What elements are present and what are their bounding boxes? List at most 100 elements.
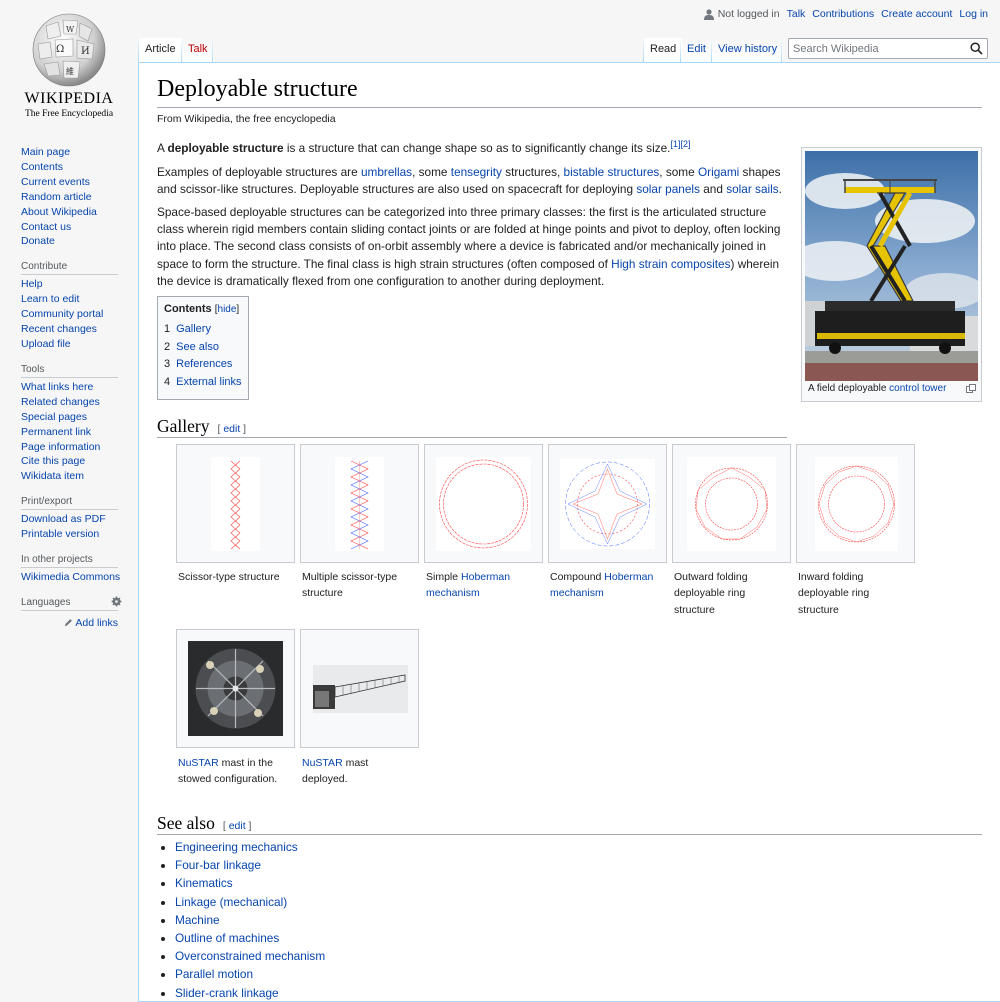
tab-view-history[interactable]: View history (712, 38, 784, 63)
link-solar-panels[interactable]: solar panels (636, 182, 700, 196)
sidebar-item-upload-file[interactable]: Upload file (21, 338, 71, 350)
sidebar-item-special-pages[interactable]: Special pages (21, 411, 87, 423)
sidebar-item-help[interactable]: Help (21, 278, 43, 290)
sidebar-item-printable-version[interactable]: Printable version (21, 528, 99, 540)
toc-hide-link[interactable]: hide (218, 304, 237, 315)
tab-article[interactable]: Article (139, 38, 182, 63)
add-links[interactable]: Add links (21, 617, 118, 629)
control-tower-image[interactable] (805, 151, 978, 381)
gallery-item-scissor[interactable] (176, 444, 295, 563)
sidebar-item-main-page[interactable]: Main page (21, 146, 70, 158)
table-of-contents: Contents [hide] 1 Gallery 2 See also 3 Refe… (157, 296, 249, 400)
bold-term: deployable structure (167, 141, 284, 155)
gallery-item-compound-hoberman[interactable] (548, 444, 667, 563)
sidebar-item-current-events[interactable]: Current events (21, 176, 90, 188)
add-links-label[interactable]: Add links (75, 617, 118, 629)
text: structures, (501, 165, 564, 179)
link-four-bar-linkage[interactable]: Four-bar linkage (175, 858, 261, 872)
toc-item[interactable]: 1 Gallery (164, 321, 242, 339)
edit-gallery-link[interactable]: edit (223, 423, 240, 435)
sidebar-item-page-information[interactable]: Page information (21, 441, 100, 453)
toc-link-gallery[interactable]: Gallery (176, 323, 211, 335)
sidebar-item-donate[interactable]: Donate (21, 235, 55, 247)
link-slider-crank-linkage[interactable]: Slider-crank linkage (175, 986, 279, 1000)
search-input[interactable] (789, 39, 959, 59)
sidebar-item-contact[interactable]: Contact us (21, 221, 71, 233)
toc-number: 4 (164, 375, 171, 388)
sidebar-item-wikimedia-commons[interactable]: Wikimedia Commons (21, 571, 120, 583)
caption-text: A field deployable (808, 383, 890, 394)
talk-link[interactable]: Talk (787, 8, 806, 20)
gallery-item-simple-hoberman[interactable] (424, 444, 543, 563)
text: , some (659, 165, 698, 179)
toc-hide-toggle[interactable]: [hide] (215, 304, 239, 315)
gallery-item-outward-ring[interactable] (672, 444, 791, 563)
link-nustar[interactable]: NuSTAR (302, 757, 343, 769)
edit-see-also-link[interactable]: edit (229, 820, 246, 832)
link-nustar[interactable]: NuSTAR (178, 757, 219, 769)
gear-icon[interactable] (110, 595, 123, 608)
heading-gallery: Gallery [ edit ] (157, 416, 246, 437)
list-item: Four-bar linkage (175, 856, 325, 874)
link-solar-sails[interactable]: solar sails (726, 182, 778, 196)
list-item: Overconstrained mechanism (175, 947, 325, 965)
toc-item[interactable]: 4 External links (164, 374, 242, 392)
toc-item[interactable]: 3 References (164, 356, 242, 374)
sidebar-tools: Tools What links here Related changes Sp… (21, 364, 118, 484)
wikipedia-logo[interactable]: Ω W И 維 WIKIPEDIA The Free Encyclopedia (0, 0, 138, 130)
link-parallel-motion[interactable]: Parallel motion (175, 967, 253, 981)
gallery-item-nustar-deployed[interactable] (300, 629, 419, 748)
tab-edit[interactable]: Edit (681, 38, 712, 63)
sidebar-item-learn-to-edit[interactable]: Learn to edit (21, 293, 79, 305)
link-bistable[interactable]: bistable structures (564, 165, 660, 179)
link-linkage-mechanical[interactable]: Linkage (mechanical) (175, 895, 287, 909)
sidebar-item-about[interactable]: About Wikipedia (21, 206, 97, 218)
sidebar-item-what-links-here[interactable]: What links here (21, 381, 93, 393)
sidebar-item-random-article[interactable]: Random article (21, 191, 92, 203)
sidebar-item-community-portal[interactable]: Community portal (21, 308, 103, 320)
enlarge-icon[interactable] (966, 384, 976, 394)
sidebar-item-wikidata-item[interactable]: Wikidata item (21, 470, 84, 482)
toc-link-references[interactable]: References (176, 358, 232, 370)
link-origami[interactable]: Origami (698, 165, 739, 179)
reference-1[interactable]: [1] (670, 139, 680, 149)
sidebar-item-contents[interactable]: Contents (21, 161, 63, 173)
toc-link-see-also[interactable]: See also (176, 341, 219, 353)
sidebar-item-related-changes[interactable]: Related changes (21, 396, 100, 408)
text: Examples of deployable structures are (157, 165, 361, 179)
gallery-item-inward-ring[interactable] (796, 444, 915, 563)
link-high-strain-composites[interactable]: High strain composites (611, 257, 730, 271)
link-engineering-mechanics[interactable]: Engineering mechanics (175, 840, 298, 854)
gallery-item-nustar-stowed[interactable] (176, 629, 295, 748)
contributions-link[interactable]: Contributions (812, 8, 874, 20)
create-account-link[interactable]: Create account (881, 8, 952, 20)
toc-number: 1 (164, 323, 171, 335)
sidebar-print-export: Print/export Download as PDF Printable v… (21, 496, 118, 542)
link-control-tower[interactable]: control tower (889, 383, 946, 394)
link-tensegrity[interactable]: tensegrity (451, 165, 502, 179)
link-kinematics[interactable]: Kinematics (175, 876, 233, 890)
link-machine[interactable]: Machine (175, 913, 220, 927)
tab-talk[interactable]: Talk (182, 38, 214, 63)
tab-separator (781, 38, 782, 63)
sidebar-item-download-pdf[interactable]: Download as PDF (21, 513, 106, 525)
toc-link-external-links[interactable]: External links (176, 376, 241, 388)
sidebar-item-recent-changes[interactable]: Recent changes (21, 323, 97, 335)
search-icon[interactable] (970, 42, 983, 55)
reference-2[interactable]: [2] (680, 139, 690, 149)
paragraph-examples: Examples of deployable structures are um… (157, 164, 787, 198)
gallery-item-multiple-scissor[interactable] (300, 444, 419, 563)
thumbnail-caption: A field deployable control tower (808, 383, 946, 394)
tab-read[interactable]: Read (644, 38, 683, 63)
link-umbrellas[interactable]: umbrellas (361, 165, 412, 179)
sidebar-item-permanent-link[interactable]: Permanent link (21, 426, 91, 438)
link-overconstrained-mechanism[interactable]: Overconstrained mechanism (175, 949, 325, 963)
log-in-link[interactable]: Log in (959, 8, 988, 20)
gallery-caption: Compound Hoberman mechanism (550, 569, 664, 602)
list-item: Parallel motion (175, 965, 325, 983)
toc-item[interactable]: 2 See also (164, 339, 242, 357)
link-outline-of-machines[interactable]: Outline of machines (175, 931, 279, 945)
text: . (778, 182, 782, 197)
heading-divider (157, 834, 982, 835)
sidebar-item-cite-this-page[interactable]: Cite this page (21, 455, 85, 467)
